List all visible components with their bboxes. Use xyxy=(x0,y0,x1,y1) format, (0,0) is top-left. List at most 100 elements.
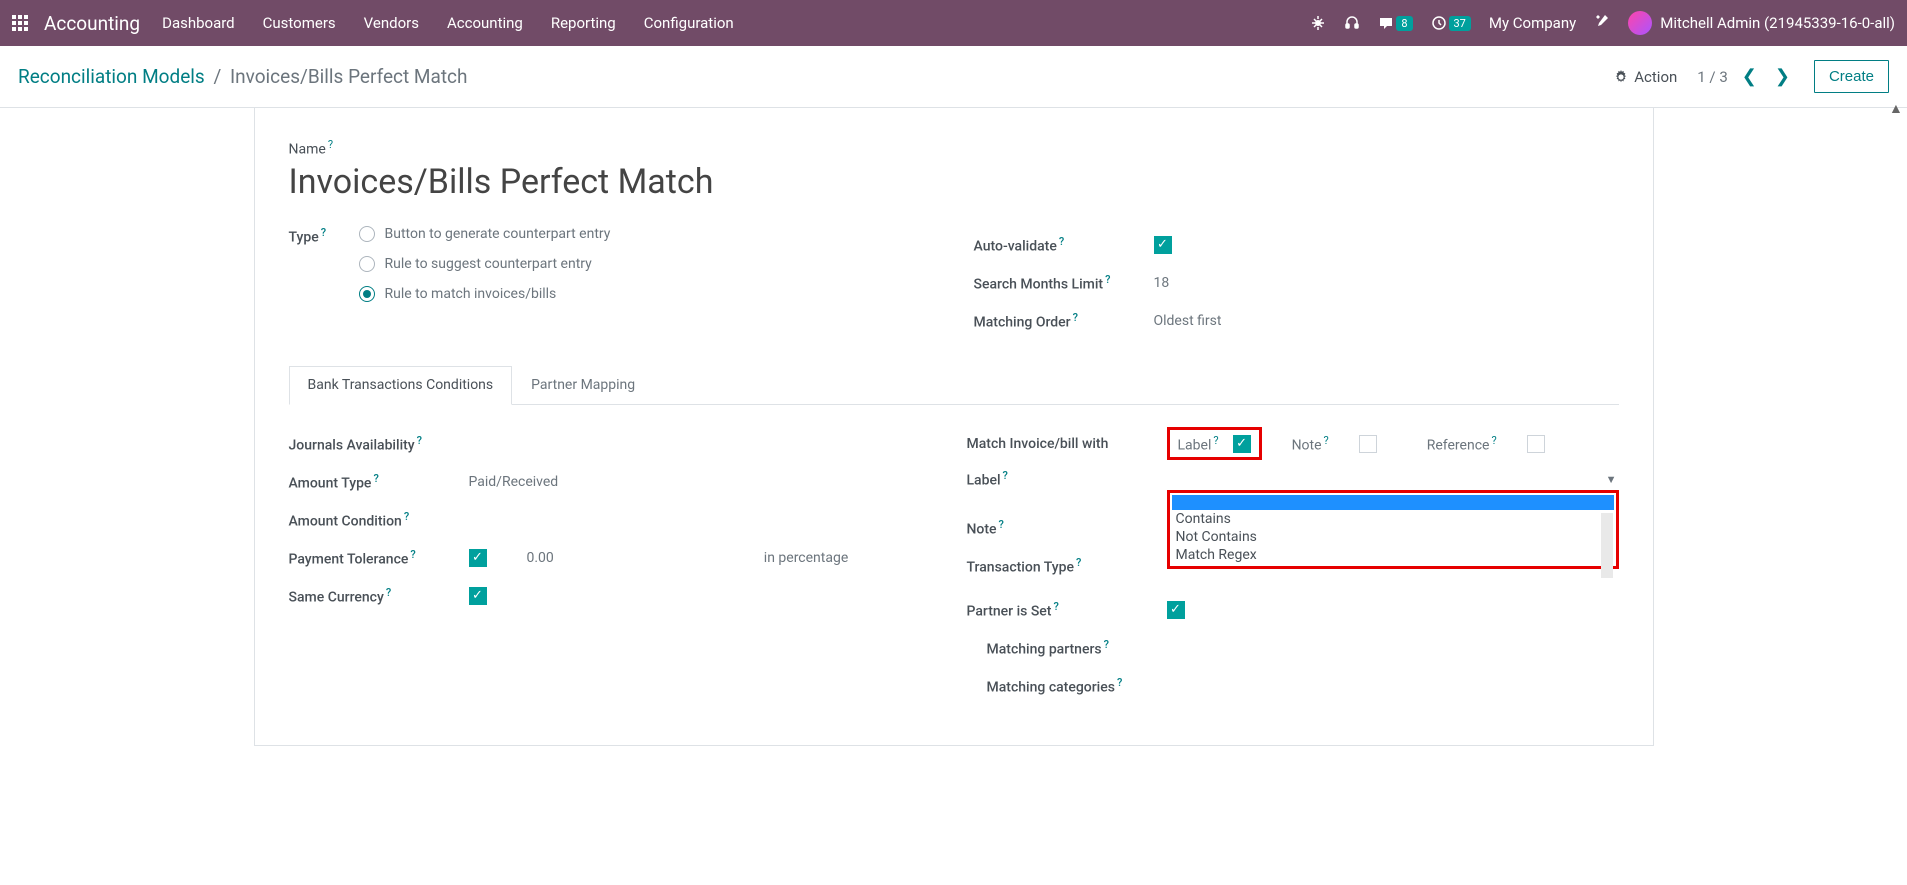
help-icon[interactable]: ? xyxy=(1003,469,1008,482)
scrollbar[interactable] xyxy=(1601,513,1613,578)
auto-validate-label: Auto-validate? xyxy=(974,235,1154,255)
activity-icon[interactable]: 37 xyxy=(1431,15,1471,31)
help-icon[interactable]: ? xyxy=(1324,434,1329,447)
action-menu[interactable]: Action xyxy=(1614,68,1677,86)
breadcrumb-separator: / xyxy=(213,65,221,88)
pager: 1 / 3 ❮ ❯ xyxy=(1697,66,1794,87)
help-icon[interactable]: ? xyxy=(1105,273,1110,286)
app-brand[interactable]: Accounting xyxy=(44,12,140,35)
help-icon[interactable]: ? xyxy=(410,548,415,561)
help-icon[interactable]: ? xyxy=(1491,434,1496,447)
auto-validate-checkbox[interactable]: ✓ xyxy=(1154,236,1172,254)
dropdown-empty-selected[interactable] xyxy=(1172,495,1614,510)
messaging-icon[interactable]: 8 xyxy=(1378,15,1412,31)
activity-badge: 37 xyxy=(1449,16,1471,31)
breadcrumb-current: Invoices/Bills Perfect Match xyxy=(230,65,467,88)
matching-order-label: Matching Order? xyxy=(974,311,1154,331)
amount-type-label: Amount Type? xyxy=(289,472,469,492)
match-opt-note-text: Note? xyxy=(1292,434,1329,454)
match-opt-label-text: Label? xyxy=(1178,434,1219,454)
main-navbar: Accounting Dashboard Customers Vendors A… xyxy=(0,0,1907,46)
nav-customers[interactable]: Customers xyxy=(263,14,336,32)
match-label-checkbox[interactable]: ✓ xyxy=(1233,435,1251,453)
nav-vendors[interactable]: Vendors xyxy=(364,14,419,32)
control-panel-right: Action 1 / 3 ❮ ❯ Create xyxy=(1614,60,1889,93)
nav-reporting[interactable]: Reporting xyxy=(551,14,616,32)
amount-condition-label: Amount Condition? xyxy=(289,510,469,530)
label-dropdown-field[interactable]: ▼ xyxy=(1167,469,1617,490)
help-icon[interactable]: ? xyxy=(386,586,391,599)
search-months-value[interactable]: 18 xyxy=(1154,275,1619,291)
pager-next[interactable]: ❯ xyxy=(1771,66,1794,87)
match-with-label: Match Invoice/bill with xyxy=(967,436,1167,452)
amount-type-value[interactable]: Paid/Received xyxy=(469,474,927,490)
radio-option-button[interactable]: Button to generate counterpart entry xyxy=(359,226,934,242)
radio-icon xyxy=(359,286,375,302)
nav-configuration[interactable]: Configuration xyxy=(644,14,734,32)
transaction-type-label: Transaction Type? xyxy=(967,556,1167,576)
same-currency-checkbox[interactable]: ✓ xyxy=(469,587,487,605)
user-menu[interactable]: Mitchell Admin (21945339-16-0-all) xyxy=(1628,11,1895,35)
bug-icon[interactable] xyxy=(1310,15,1326,31)
payment-tolerance-label: Payment Tolerance? xyxy=(289,548,469,568)
action-label: Action xyxy=(1634,68,1677,86)
match-note-checkbox[interactable] xyxy=(1359,435,1377,453)
help-icon[interactable]: ? xyxy=(1104,638,1109,651)
help-icon[interactable]: ? xyxy=(321,226,326,239)
scroll-up-icon[interactable]: ▲ xyxy=(1889,100,1907,118)
match-opt-ref-text: Reference? xyxy=(1427,434,1497,454)
type-radio-group: Button to generate counterpart entry Rul… xyxy=(359,226,934,316)
radio-icon xyxy=(359,226,375,242)
partner-set-checkbox[interactable]: ✓ xyxy=(1167,601,1185,619)
dropdown-option-match-regex[interactable]: Match Regex xyxy=(1172,546,1614,564)
help-icon[interactable]: ? xyxy=(1213,434,1218,447)
matching-categories-label: Matching categories? xyxy=(967,676,1167,696)
label-dropdown-list: Contains Not Contains Match Regex xyxy=(1167,490,1619,569)
support-icon[interactable] xyxy=(1344,15,1360,31)
help-icon[interactable]: ? xyxy=(1053,600,1058,613)
help-icon[interactable]: ? xyxy=(404,510,409,523)
tabs: Bank Transactions Conditions Partner Map… xyxy=(289,366,1619,405)
tab-partner-mapping[interactable]: Partner Mapping xyxy=(512,366,654,404)
radio-option-suggest[interactable]: Rule to suggest counterpart entry xyxy=(359,256,934,272)
breadcrumb-parent[interactable]: Reconciliation Models xyxy=(18,65,205,88)
help-icon[interactable]: ? xyxy=(1117,676,1122,689)
help-icon[interactable]: ? xyxy=(417,434,422,447)
match-reference-checkbox[interactable] xyxy=(1527,435,1545,453)
control-panel: Reconciliation Models / Invoices/Bills P… xyxy=(0,46,1907,108)
matching-partners-label: Matching partners? xyxy=(967,638,1167,658)
help-icon[interactable]: ? xyxy=(373,472,378,485)
help-icon[interactable]: ? xyxy=(1073,311,1078,324)
payment-tolerance-checkbox[interactable]: ✓ xyxy=(469,549,487,567)
pager-prev[interactable]: ❮ xyxy=(1738,66,1761,87)
same-currency-label: Same Currency? xyxy=(289,586,469,606)
nav-menu: Dashboard Customers Vendors Accounting R… xyxy=(162,14,1310,32)
help-icon[interactable]: ? xyxy=(328,138,333,151)
avatar xyxy=(1628,11,1652,35)
tools-icon[interactable] xyxy=(1594,13,1610,33)
search-months-label: Search Months Limit? xyxy=(974,273,1154,293)
journals-label: Journals Availability? xyxy=(289,434,469,454)
payment-tolerance-value[interactable]: 0.00 xyxy=(527,550,554,566)
help-icon[interactable]: ? xyxy=(1076,556,1081,569)
nav-dashboard[interactable]: Dashboard xyxy=(162,14,235,32)
record-title[interactable]: Invoices/Bills Perfect Match xyxy=(289,162,1619,202)
company-switcher[interactable]: My Company xyxy=(1489,14,1576,32)
dropdown-option-not-contains[interactable]: Not Contains xyxy=(1172,528,1614,546)
help-icon[interactable]: ? xyxy=(1059,235,1064,248)
user-name: Mitchell Admin (21945339-16-0-all) xyxy=(1660,14,1895,32)
nav-right: 8 37 My Company Mitchell Admin (21945339… xyxy=(1310,11,1895,35)
radio-option-match[interactable]: Rule to match invoices/bills xyxy=(359,286,934,302)
messaging-badge: 8 xyxy=(1396,16,1412,31)
nav-accounting[interactable]: Accounting xyxy=(447,14,523,32)
create-button[interactable]: Create xyxy=(1814,60,1889,93)
form-sheet: Name? Invoices/Bills Perfect Match Type?… xyxy=(254,108,1654,746)
tab-bank-conditions[interactable]: Bank Transactions Conditions xyxy=(289,366,513,405)
note-field-label: Note? xyxy=(967,518,1167,538)
matching-order-value[interactable]: Oldest first xyxy=(1154,313,1619,329)
label-field-label: Label? xyxy=(967,469,1167,489)
pager-text: 1 / 3 xyxy=(1697,68,1728,86)
apps-icon[interactable] xyxy=(12,15,28,31)
dropdown-option-contains[interactable]: Contains xyxy=(1172,510,1614,528)
help-icon[interactable]: ? xyxy=(999,518,1004,531)
